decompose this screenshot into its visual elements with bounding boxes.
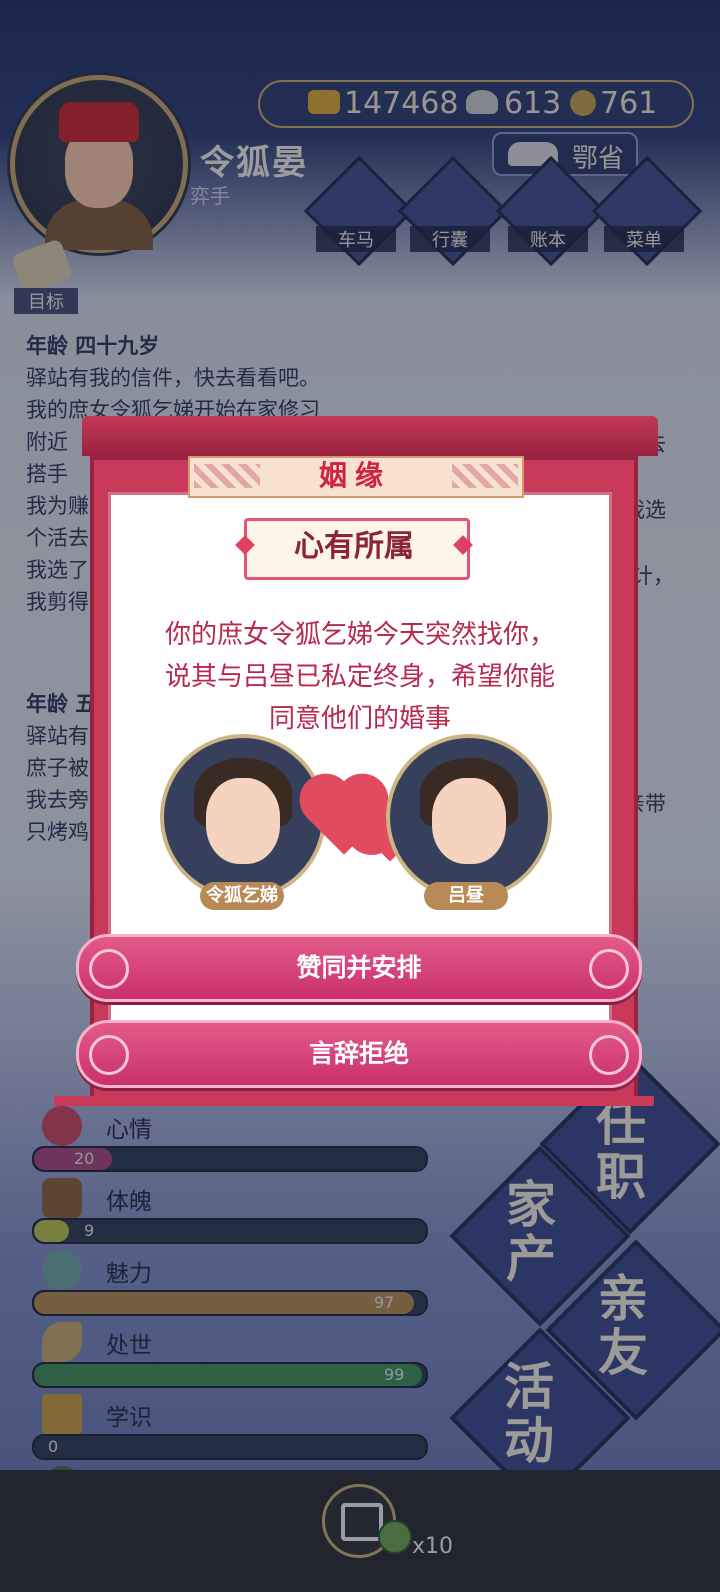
reject-button[interactable]: 言辞拒绝 xyxy=(76,1020,642,1088)
header-pattern-left xyxy=(194,464,260,488)
portrait-face xyxy=(206,778,280,864)
approve-button[interactable]: 赞同并安排 xyxy=(76,934,642,1002)
daughter-portrait xyxy=(160,734,326,900)
modal-roof xyxy=(82,416,658,456)
suitor-name: 吕昼 xyxy=(424,882,508,910)
message-line: 你的庶女令狐乞娣今天突然找你， xyxy=(164,620,555,650)
message-line: 同意他们的婚事 xyxy=(268,704,451,734)
modal-base xyxy=(54,1096,654,1106)
header-pattern-right xyxy=(452,464,518,488)
message-line: 说其与吕昼已私定终身，希望你能 xyxy=(164,662,555,692)
modal-title: 姻缘 xyxy=(318,459,391,492)
portrait-face xyxy=(432,778,506,864)
suitor-portrait xyxy=(386,734,552,900)
reject-label: 言辞拒绝 xyxy=(308,1039,409,1068)
modal-message: 你的庶女令狐乞娣今天突然找你， 说其与吕昼已私定终身，希望你能 同意他们的婚事 xyxy=(130,614,590,740)
approve-label: 赞同并安排 xyxy=(296,953,422,982)
daughter-name: 令狐乞娣 xyxy=(200,882,284,910)
modal-subtitle: 心有所属 xyxy=(294,529,414,564)
